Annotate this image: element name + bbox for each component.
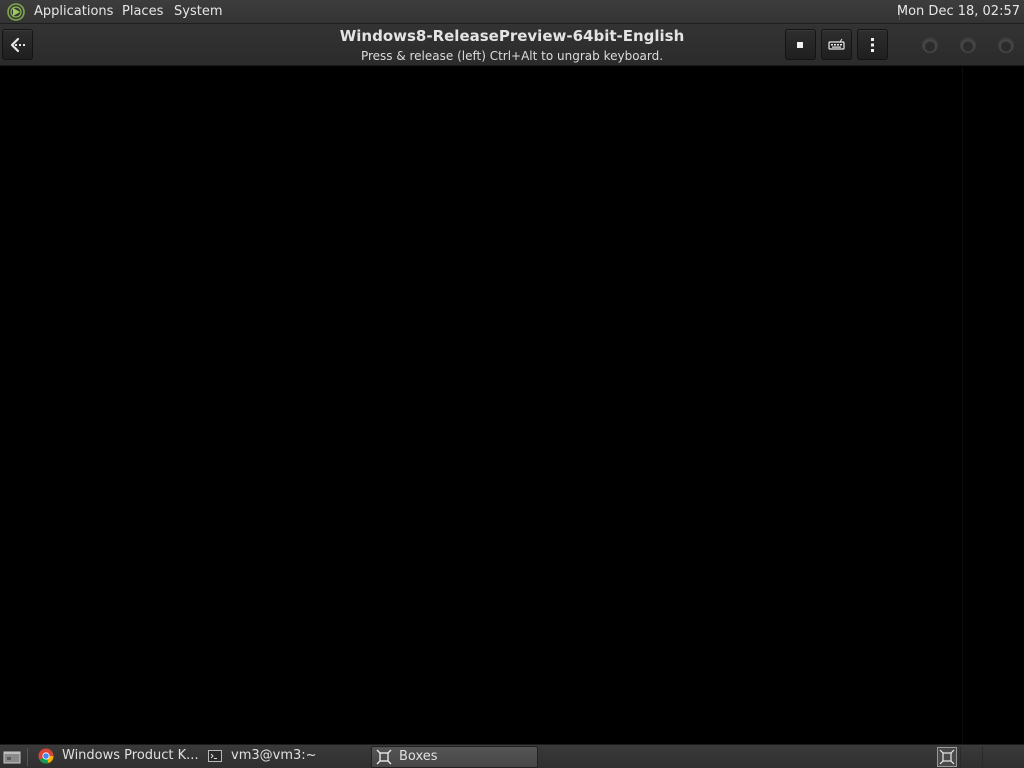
taskbar-item-label: Boxes — [399, 749, 438, 764]
workspace-switcher-2[interactable] — [960, 747, 981, 767]
stop-button[interactable] — [785, 29, 816, 60]
header-bar: Windows8-ReleasePreview-64bit-English Pr… — [0, 24, 1024, 66]
places-menu[interactable]: Places — [122, 4, 163, 20]
minimize-button[interactable] — [922, 37, 938, 53]
clock[interactable]: Mon Dec 18, 02:57 — [897, 4, 1020, 20]
taskbar-item-label: Windows Product K... — [62, 748, 199, 763]
top-panel: Applications Places System Mon Dec 18, 0… — [0, 0, 1024, 24]
stop-icon — [797, 42, 803, 48]
boxes-icon — [939, 749, 955, 765]
bottom-panel: Windows Product K... vm3@vm3:~ Boxes — [0, 744, 1024, 768]
system-menu[interactable]: System — [174, 4, 222, 20]
taskbar-item-label: vm3@vm3:~ — [231, 748, 317, 763]
show-desktop-icon[interactable] — [2, 747, 22, 767]
workspace-switcher-active[interactable] — [937, 747, 957, 767]
ungrab-hint: Press & release (left) Ctrl+Alt to ungra… — [360, 49, 664, 63]
back-button[interactable] — [2, 29, 33, 60]
screen: Applications Places System Mon Dec 18, 0… — [0, 0, 1024, 768]
taskbar-item-chrome[interactable]: Windows Product K... — [34, 746, 200, 768]
maximize-button[interactable] — [960, 37, 976, 53]
chrome-icon — [38, 748, 54, 764]
send-keys-button[interactable] — [821, 29, 852, 60]
terminal-icon — [208, 750, 222, 762]
vm-display-edge — [962, 66, 963, 744]
back-arrow-icon — [10, 37, 25, 53]
taskbar-item-terminal[interactable]: vm3@vm3:~ — [203, 746, 369, 768]
menu-button[interactable] — [857, 29, 888, 60]
taskbar-item-boxes[interactable]: Boxes — [371, 746, 538, 768]
mate-logo-icon[interactable] — [6, 3, 26, 21]
vm-title: Windows8-ReleasePreview-64bit-English — [339, 27, 685, 45]
workspace-switcher-3[interactable] — [982, 747, 1003, 767]
close-button[interactable] — [998, 37, 1014, 53]
boxes-icon — [376, 749, 392, 765]
keyboard-icon — [828, 38, 845, 50]
applications-menu[interactable]: Applications — [34, 4, 113, 20]
vm-display[interactable] — [0, 66, 1024, 744]
vertical-ellipsis-icon — [871, 38, 874, 52]
taskbar-separator — [27, 748, 28, 766]
